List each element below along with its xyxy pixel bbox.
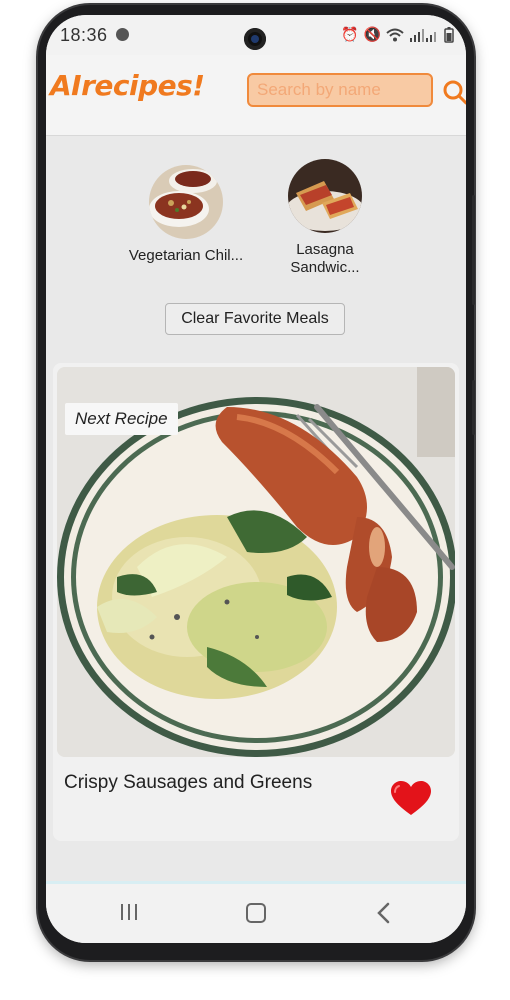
favorite-meals-list: Vegetarian Chil... Lasagna Sandwic... xyxy=(46,159,466,285)
battery-icon xyxy=(444,26,454,43)
favorite-item[interactable]: Lasagna Sandwic... xyxy=(260,159,390,277)
signal-icon xyxy=(410,28,436,42)
dnd-icon xyxy=(113,25,132,44)
recipe-title: Crispy Sausages and Greens xyxy=(64,772,313,793)
app-screen: 18:36 ⏰ 🔇 AIrecipes! Search by name Vege… xyxy=(46,15,466,943)
wifi-icon xyxy=(386,28,404,41)
favorite-heart-icon[interactable] xyxy=(391,781,431,817)
favorite-label: Lasagna Sandwic... xyxy=(290,241,360,276)
favorite-thumbnail xyxy=(288,159,362,233)
volume-button xyxy=(472,195,475,305)
search-input[interactable] xyxy=(247,73,433,107)
system-navigation-bar xyxy=(46,884,466,943)
status-time: 18:36 xyxy=(60,25,108,45)
recipe-image[interactable]: Next Recipe xyxy=(57,367,455,757)
recipe-card[interactable]: Next Recipe Crispy Sausages and Greens xyxy=(53,363,459,841)
mute-icon: 🔇 xyxy=(363,26,381,42)
status-icons: ⏰ 🔇 xyxy=(341,26,454,43)
favorite-thumbnail xyxy=(149,165,223,239)
app-logo: AIrecipes! xyxy=(50,69,205,102)
favorite-item[interactable]: Vegetarian Chil... xyxy=(121,165,251,265)
clear-favorites-button[interactable]: Clear Favorite Meals xyxy=(165,303,345,335)
app-header: AIrecipes! xyxy=(46,55,466,136)
status-bar: 18:36 ⏰ 🔇 xyxy=(46,15,466,55)
back-icon[interactable] xyxy=(376,902,390,924)
next-recipe-badge: Next Recipe xyxy=(65,403,178,435)
home-icon[interactable] xyxy=(246,903,266,923)
favorite-label: Vegetarian Chil... xyxy=(128,247,244,264)
power-button xyxy=(472,380,475,435)
alarm-icon: ⏰ xyxy=(341,26,359,42)
front-camera xyxy=(244,28,266,50)
search-icon[interactable] xyxy=(442,79,466,105)
recent-apps-icon[interactable] xyxy=(120,904,138,920)
